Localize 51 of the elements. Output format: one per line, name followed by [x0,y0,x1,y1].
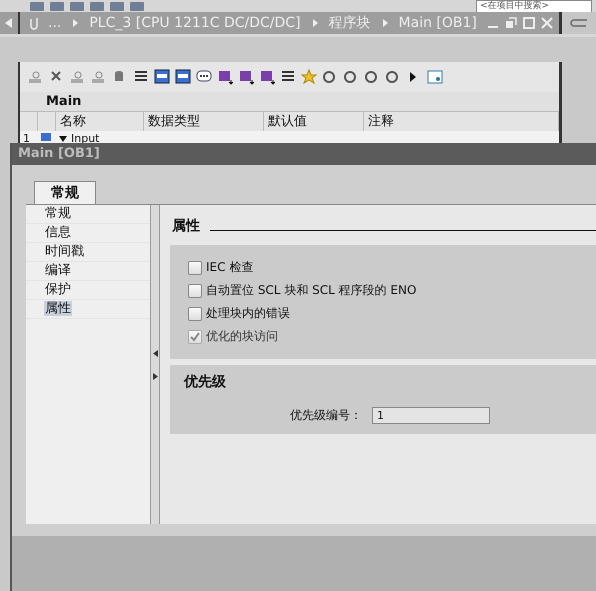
paperclip-icon[interactable] [570,18,588,28]
section-title: 优先级 [184,373,227,391]
search-field[interactable]: <在项目中搜索> [476,0,592,12]
checkbox-label: 自动置位 SCL 块和 SCL 程序段的 ENO [206,282,416,299]
circle-icon[interactable] [322,69,338,85]
restore-icon[interactable] [505,17,517,29]
nav-item[interactable]: 时间戳 [44,244,85,259]
frame-icon[interactable] [175,69,191,85]
nav-item[interactable]: 常规 [44,206,72,221]
collapse-triangle-icon[interactable] [59,135,67,143]
interface-icon [38,131,52,143]
maximize-icon[interactable] [523,17,535,29]
checkbox-label: IEC 检查 [206,259,254,276]
tag-icon[interactable] [217,69,233,85]
paperclip-icon [30,16,38,30]
circle-icon[interactable] [385,69,401,85]
checkbox-label: 处理块内的错误 [206,305,290,322]
circle-icon[interactable] [364,69,380,85]
section-title: 属性 [172,217,200,235]
toolbar-icon[interactable] [70,2,84,10]
checkbox[interactable] [188,306,202,320]
checkbox[interactable] [188,284,202,298]
circle-icon[interactable] [343,69,359,85]
nav-item[interactable]: 信息 [44,225,72,240]
nav-item[interactable]: 编译 [44,263,72,278]
toolbar-icon[interactable] [90,2,104,10]
toolbar-icon[interactable] [30,2,44,10]
tab[interactable]: 常规 [34,181,96,204]
field-label: 优先级编号： [290,407,362,424]
checkbox-label: 优化的块访问 [206,328,278,345]
toolbar-icon[interactable] [50,2,64,10]
star-icon[interactable] [301,69,317,85]
expand-arrow-icon[interactable] [152,372,158,380]
tag-icon[interactable] [259,69,275,85]
collapse-arrow-icon[interactable] [152,350,158,356]
frame-icon[interactable] [154,69,170,85]
tag-icon[interactable] [238,69,254,85]
panel-icon[interactable] [427,69,443,85]
block-name: Main [20,92,559,111]
nav-item[interactable]: 保护 [44,282,72,297]
chevron-icon [71,19,80,27]
left-arrow-icon[interactable] [5,18,13,28]
toolbar-icon[interactable] [130,2,144,10]
nav-item[interactable]: 属性 [44,301,72,316]
chevron-icon [380,19,389,27]
checkbox[interactable] [188,260,202,274]
close-icon[interactable] [541,17,553,29]
priority-field[interactable]: 1 [372,407,490,424]
dialog-title: Main [OB1] [12,143,596,165]
toolbar-icon[interactable] [110,2,124,10]
chevron-icon [310,19,319,27]
